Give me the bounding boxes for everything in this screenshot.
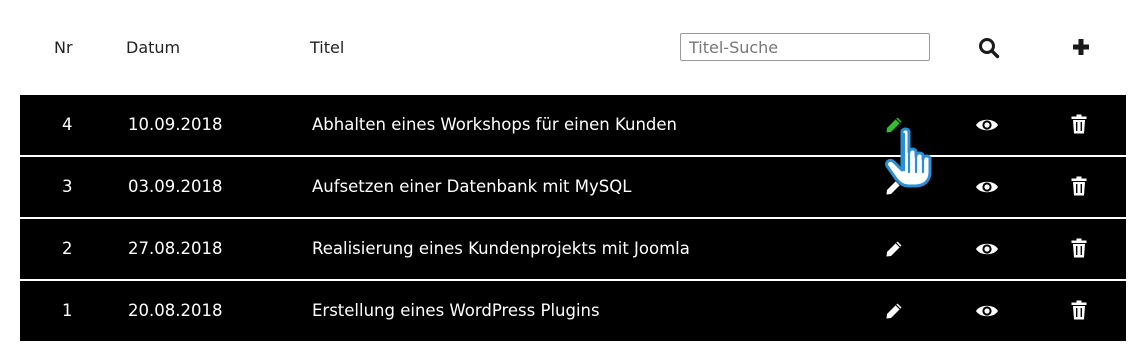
plus-icon[interactable] bbox=[1071, 37, 1091, 57]
entries-table: 4 10.09.2018 Abhalten eines Workshops fü… bbox=[20, 95, 1126, 343]
row-nr: 1 bbox=[62, 301, 73, 320]
trash-icon[interactable] bbox=[1071, 114, 1087, 134]
eye-icon[interactable] bbox=[975, 240, 999, 258]
column-header-titel: Titel bbox=[310, 38, 345, 57]
table-row: 3 03.09.2018 Aufsetzen einer Datenbank m… bbox=[20, 157, 1126, 217]
eye-icon[interactable] bbox=[975, 302, 999, 320]
row-nr: 2 bbox=[62, 239, 73, 258]
trash-icon[interactable] bbox=[1071, 176, 1087, 196]
pencil-icon[interactable] bbox=[884, 239, 904, 259]
row-date: 10.09.2018 bbox=[128, 115, 223, 134]
table-row: 1 20.08.2018 Erstellung eines WordPress … bbox=[20, 281, 1126, 341]
row-title: Realisierung eines Kundenprojekts mit Jo… bbox=[312, 239, 690, 258]
column-header-datum: Datum bbox=[126, 38, 181, 57]
row-title: Erstellung eines WordPress Plugins bbox=[312, 301, 600, 320]
trash-icon[interactable] bbox=[1071, 300, 1087, 320]
pencil-icon[interactable] bbox=[884, 115, 904, 135]
column-header-nr: Nr bbox=[54, 38, 73, 57]
table-row: 2 27.08.2018 Realisierung eines Kundenpr… bbox=[20, 219, 1126, 279]
pencil-icon[interactable] bbox=[884, 177, 904, 197]
row-title: Aufsetzen einer Datenbank mit MySQL bbox=[312, 177, 632, 196]
pencil-icon[interactable] bbox=[884, 301, 904, 321]
trash-icon[interactable] bbox=[1071, 238, 1087, 258]
row-nr: 4 bbox=[62, 115, 73, 134]
table-row: 4 10.09.2018 Abhalten eines Workshops fü… bbox=[20, 95, 1126, 155]
title-search-input[interactable] bbox=[680, 33, 930, 61]
row-title: Abhalten eines Workshops für einen Kunde… bbox=[312, 115, 678, 134]
row-nr: 3 bbox=[62, 177, 73, 196]
eye-icon[interactable] bbox=[975, 116, 999, 134]
row-date: 27.08.2018 bbox=[128, 239, 223, 258]
eye-icon[interactable] bbox=[975, 178, 999, 196]
row-date: 20.08.2018 bbox=[128, 301, 223, 320]
row-date: 03.09.2018 bbox=[128, 177, 223, 196]
search-icon[interactable] bbox=[978, 37, 1000, 59]
table-header: Nr Datum Titel bbox=[0, 18, 1146, 78]
